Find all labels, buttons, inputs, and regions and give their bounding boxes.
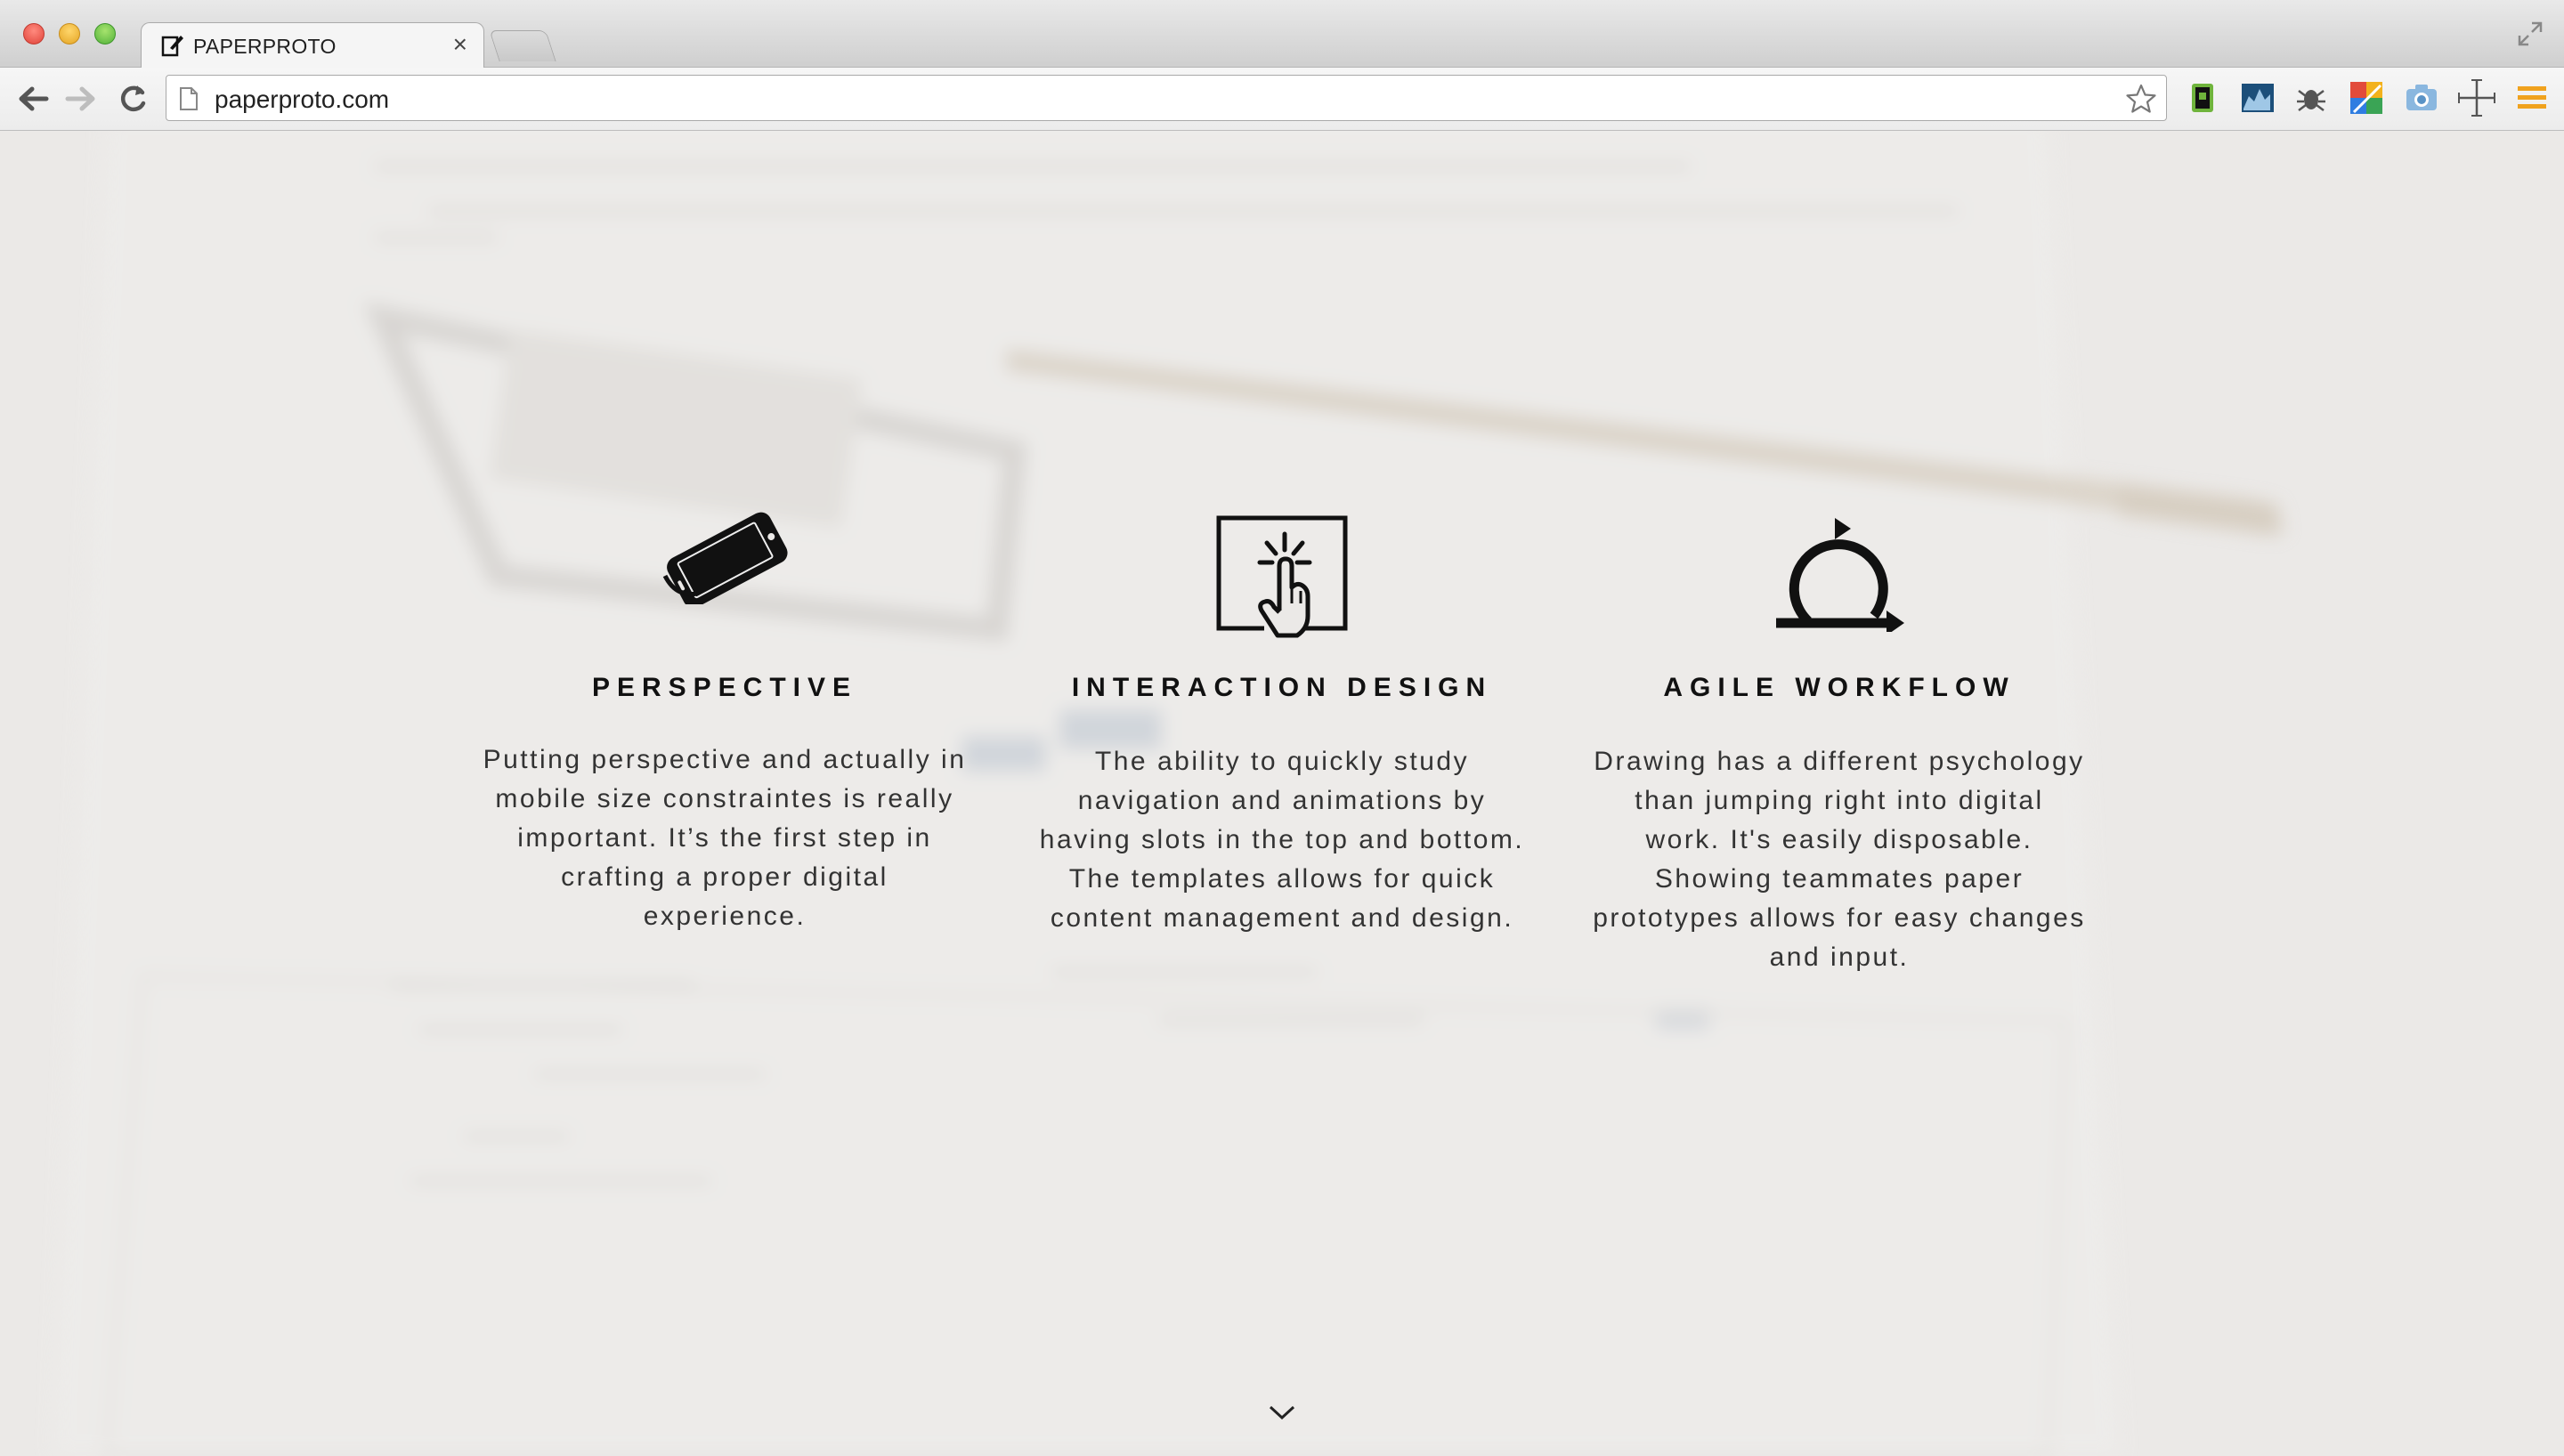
browser-titlebar: PAPERPROTO ×: [0, 0, 2564, 69]
minimize-window-button[interactable]: [59, 23, 80, 44]
feature-line: experience.: [643, 902, 807, 931]
tab-title: PAPERPROTO: [193, 35, 337, 58]
camera-icon[interactable]: [2402, 78, 2441, 117]
new-tab-button[interactable]: [489, 30, 556, 61]
feature-line: and input.: [1769, 942, 1910, 972]
feature-interaction-design: INTERACTION DESIGN The ability to quickl…: [1015, 131, 1549, 1199]
browser-tab[interactable]: PAPERPROTO ×: [141, 22, 484, 69]
fullscreen-icon[interactable]: [2516, 20, 2544, 48]
tab-close-icon[interactable]: ×: [453, 32, 467, 57]
feature-line: prototypes allows for easy changes: [1593, 903, 2086, 933]
feature-line: important. It’s the first step in: [517, 823, 932, 853]
evernote-icon[interactable]: [2183, 78, 2222, 117]
feature-line: having slots in the top and bottom.: [1039, 825, 1525, 854]
feature-line: Showing teammates paper: [1654, 864, 2024, 894]
crosshair-icon[interactable]: [2457, 78, 2496, 117]
feature-title: INTERACTION DESIGN: [1071, 673, 1493, 702]
touch-screen-icon: [1216, 515, 1348, 638]
feature-line: navigation and animations by: [1077, 786, 1487, 815]
bookmark-star-icon[interactable]: [2125, 83, 2157, 115]
feature-line: content management and design.: [1050, 903, 1514, 933]
favicon-icon: [161, 36, 183, 57]
browser-toolbar: paperproto.com: [0, 68, 2564, 131]
feature-title: AGILE WORKFLOW: [1663, 673, 2016, 702]
feature-line: mobile size constraintes is really: [495, 784, 954, 813]
reload-icon[interactable]: [114, 80, 151, 117]
page-icon: [180, 87, 198, 110]
page-content: PERSPECTIVE Putting perspective and actu…: [0, 131, 2564, 1456]
menu-icon[interactable]: [2512, 78, 2552, 117]
colorful-grid-icon[interactable]: [2347, 78, 2386, 117]
feature-line: The templates allows for quick: [1068, 864, 1496, 894]
back-arrow-icon[interactable]: [14, 80, 52, 117]
smartphone-icon: [662, 512, 788, 604]
chart-icon[interactable]: [2238, 78, 2277, 117]
feature-perspective: PERSPECTIVE Putting perspective and actu…: [458, 131, 992, 1199]
agile-cycle-icon: [1776, 518, 1904, 632]
close-window-button[interactable]: [23, 23, 45, 44]
feature-line: than jumping right into digital: [1635, 786, 2044, 815]
feature-line: The ability to quickly study: [1094, 747, 1470, 776]
feature-line: work. It's easily disposable.: [1645, 825, 2033, 854]
feature-agile-workflow: AGILE WORKFLOW Drawing has a different p…: [1572, 131, 2106, 1199]
feature-line: Drawing has a different psychology: [1594, 747, 2085, 776]
feature-title: PERSPECTIVE: [591, 673, 858, 702]
chevron-down-icon[interactable]: [1268, 1403, 1296, 1421]
forward-arrow-icon[interactable]: [62, 80, 100, 117]
zoom-window-button[interactable]: [94, 23, 116, 44]
bug-icon[interactable]: [2292, 78, 2331, 117]
feature-line: crafting a proper digital: [561, 862, 888, 892]
address-bar[interactable]: paperproto.com: [166, 75, 2167, 121]
feature-line: Putting perspective and actually in: [483, 745, 967, 774]
url-text: paperproto.com: [215, 85, 390, 113]
